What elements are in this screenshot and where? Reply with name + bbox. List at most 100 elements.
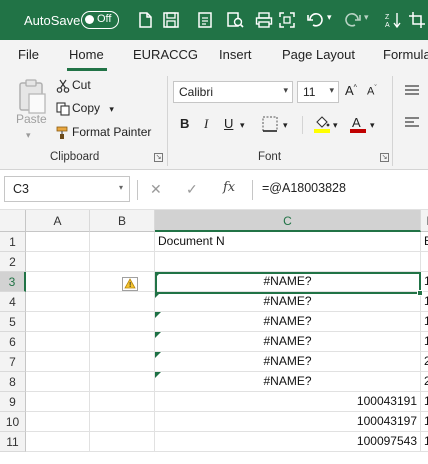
column-header-b[interactable]: B — [90, 210, 155, 232]
cell-a9[interactable] — [26, 392, 90, 412]
name-box-dropdown-icon[interactable]: ▾ — [119, 183, 123, 192]
name-box[interactable]: C3 ▾ — [4, 176, 130, 202]
autosave-toggle[interactable]: Off — [81, 11, 119, 29]
cell-a11[interactable] — [26, 432, 90, 452]
row-header-6[interactable]: 6 — [0, 332, 26, 352]
cell-c5[interactable]: #NAME? — [155, 312, 421, 332]
align-left-icon[interactable] — [404, 116, 420, 130]
row-header-10[interactable]: 10 — [0, 412, 26, 432]
row-header-7[interactable]: 7 — [0, 352, 26, 372]
row-header-11[interactable]: 11 — [0, 432, 26, 452]
tab-insert[interactable]: Insert — [219, 47, 252, 62]
cell-c9[interactable]: 100043191 — [155, 392, 421, 412]
cell-c8[interactable]: #NAME? — [155, 372, 421, 392]
undo-dropdown-icon[interactable]: ▾ — [327, 12, 345, 30]
paste-icon[interactable] — [14, 78, 50, 114]
cell-c7[interactable]: #NAME? — [155, 352, 421, 372]
cell-c4[interactable]: #NAME? — [155, 292, 421, 312]
paste-dropdown-icon[interactable]: ▾ — [26, 130, 31, 141]
select-all-button[interactable] — [0, 210, 26, 232]
cell-b9[interactable] — [90, 392, 155, 412]
cell-c6[interactable]: #NAME? — [155, 332, 421, 352]
cell-e8[interactable]: 2 — [421, 372, 428, 392]
cell-a4[interactable] — [26, 292, 90, 312]
worksheet-grid[interactable]: A B C E 1Document NE23#NAME?14#NAME?15#N… — [0, 210, 428, 464]
cell-c3[interactable]: #NAME? — [155, 272, 421, 292]
increase-font-size-icon[interactable]: A^ — [345, 83, 357, 98]
decrease-font-size-icon[interactable]: Aˇ — [367, 85, 377, 98]
crop-icon[interactable] — [408, 11, 426, 29]
cell-c1[interactable]: Document N — [155, 232, 421, 252]
cell-b5[interactable] — [90, 312, 155, 332]
tab-home[interactable]: Home — [69, 47, 104, 62]
cell-e11[interactable]: 1 — [421, 432, 428, 452]
enter-icon[interactable]: ✓ — [186, 181, 198, 198]
redo-dropdown-icon[interactable]: ▾ — [364, 12, 382, 30]
cell-a5[interactable] — [26, 312, 90, 332]
cell-e6[interactable]: 1 — [421, 332, 428, 352]
fill-color-dropdown-icon[interactable]: ▾ — [333, 120, 338, 131]
format-painter-button[interactable]: Format Painter — [56, 125, 151, 140]
redo-icon[interactable] — [344, 11, 362, 29]
italic-button[interactable]: I — [204, 116, 208, 132]
cell-e5[interactable]: 1 — [421, 312, 428, 332]
cell-e2[interactable] — [421, 252, 428, 272]
cell-a2[interactable] — [26, 252, 90, 272]
cancel-icon[interactable]: ✕ — [150, 181, 162, 198]
fill-handle[interactable] — [417, 290, 423, 296]
bold-button[interactable]: B — [180, 116, 189, 131]
row-header-4[interactable]: 4 — [0, 292, 26, 312]
cell-b8[interactable] — [90, 372, 155, 392]
cell-e9[interactable]: 1 — [421, 392, 428, 412]
cell-a8[interactable] — [26, 372, 90, 392]
tab-file[interactable]: File — [18, 47, 39, 62]
font-color-dropdown-icon[interactable]: ▾ — [370, 120, 375, 131]
save-icon[interactable] — [162, 11, 180, 29]
cut-button[interactable]: Cut — [56, 78, 91, 93]
cell-c10[interactable]: 100043197 — [155, 412, 421, 432]
cell-b11[interactable] — [90, 432, 155, 452]
cell-a6[interactable] — [26, 332, 90, 352]
tab-euraccg[interactable]: EURACCG — [133, 47, 198, 62]
insert-function-icon[interactable]: fx — [223, 180, 235, 195]
row-header-9[interactable]: 9 — [0, 392, 26, 412]
underline-button[interactable]: U — [224, 116, 233, 131]
sort-descending-icon[interactable]: ZA — [384, 11, 402, 29]
cell-c2[interactable] — [155, 252, 421, 272]
cell-e7[interactable]: 2 — [421, 352, 428, 372]
formula-input[interactable]: =@A18003828 — [262, 181, 346, 195]
clipboard-launcher-icon[interactable]: ↘ — [154, 153, 163, 162]
row-header-8[interactable]: 8 — [0, 372, 26, 392]
copy-dropdown-icon[interactable]: ▾ — [109, 104, 114, 114]
column-header-c[interactable]: C — [155, 210, 421, 232]
cell-b6[interactable] — [90, 332, 155, 352]
cell-a7[interactable] — [26, 352, 90, 372]
document-icon[interactable] — [196, 11, 214, 29]
cell-b2[interactable] — [90, 252, 155, 272]
error-warning-icon[interactable]: ! — [122, 277, 138, 291]
row-header-5[interactable]: 5 — [0, 312, 26, 332]
font-color-icon[interactable]: A — [349, 114, 367, 134]
fit-screen-icon[interactable] — [278, 11, 296, 29]
tab-formulas[interactable]: Formula — [383, 47, 428, 62]
cell-e3[interactable]: 1 — [421, 272, 428, 292]
row-header-3[interactable]: 3 — [0, 272, 26, 292]
underline-dropdown-icon[interactable]: ▾ — [240, 120, 245, 131]
column-header-e[interactable]: E — [421, 210, 428, 232]
font-size-select[interactable]: 11 ▾ — [297, 81, 339, 103]
undo-icon[interactable] — [306, 11, 324, 29]
print-preview-icon[interactable] — [226, 11, 244, 29]
column-header-a[interactable]: A — [26, 210, 90, 232]
borders-icon[interactable] — [262, 116, 278, 132]
align-top-icon[interactable] — [404, 84, 420, 98]
row-header-1[interactable]: 1 — [0, 232, 26, 252]
font-launcher-icon[interactable]: ↘ — [380, 153, 389, 162]
copy-button[interactable]: Copy ▾ — [56, 101, 114, 116]
cell-c11[interactable]: 100097543 — [155, 432, 421, 452]
cell-a3[interactable] — [26, 272, 90, 292]
cell-b4[interactable] — [90, 292, 155, 312]
tab-page-layout[interactable]: Page Layout — [282, 47, 355, 62]
paste-label[interactable]: Paste — [16, 112, 47, 126]
font-family-select[interactable]: Calibri ▾ — [173, 81, 293, 103]
borders-dropdown-icon[interactable]: ▾ — [283, 120, 288, 131]
